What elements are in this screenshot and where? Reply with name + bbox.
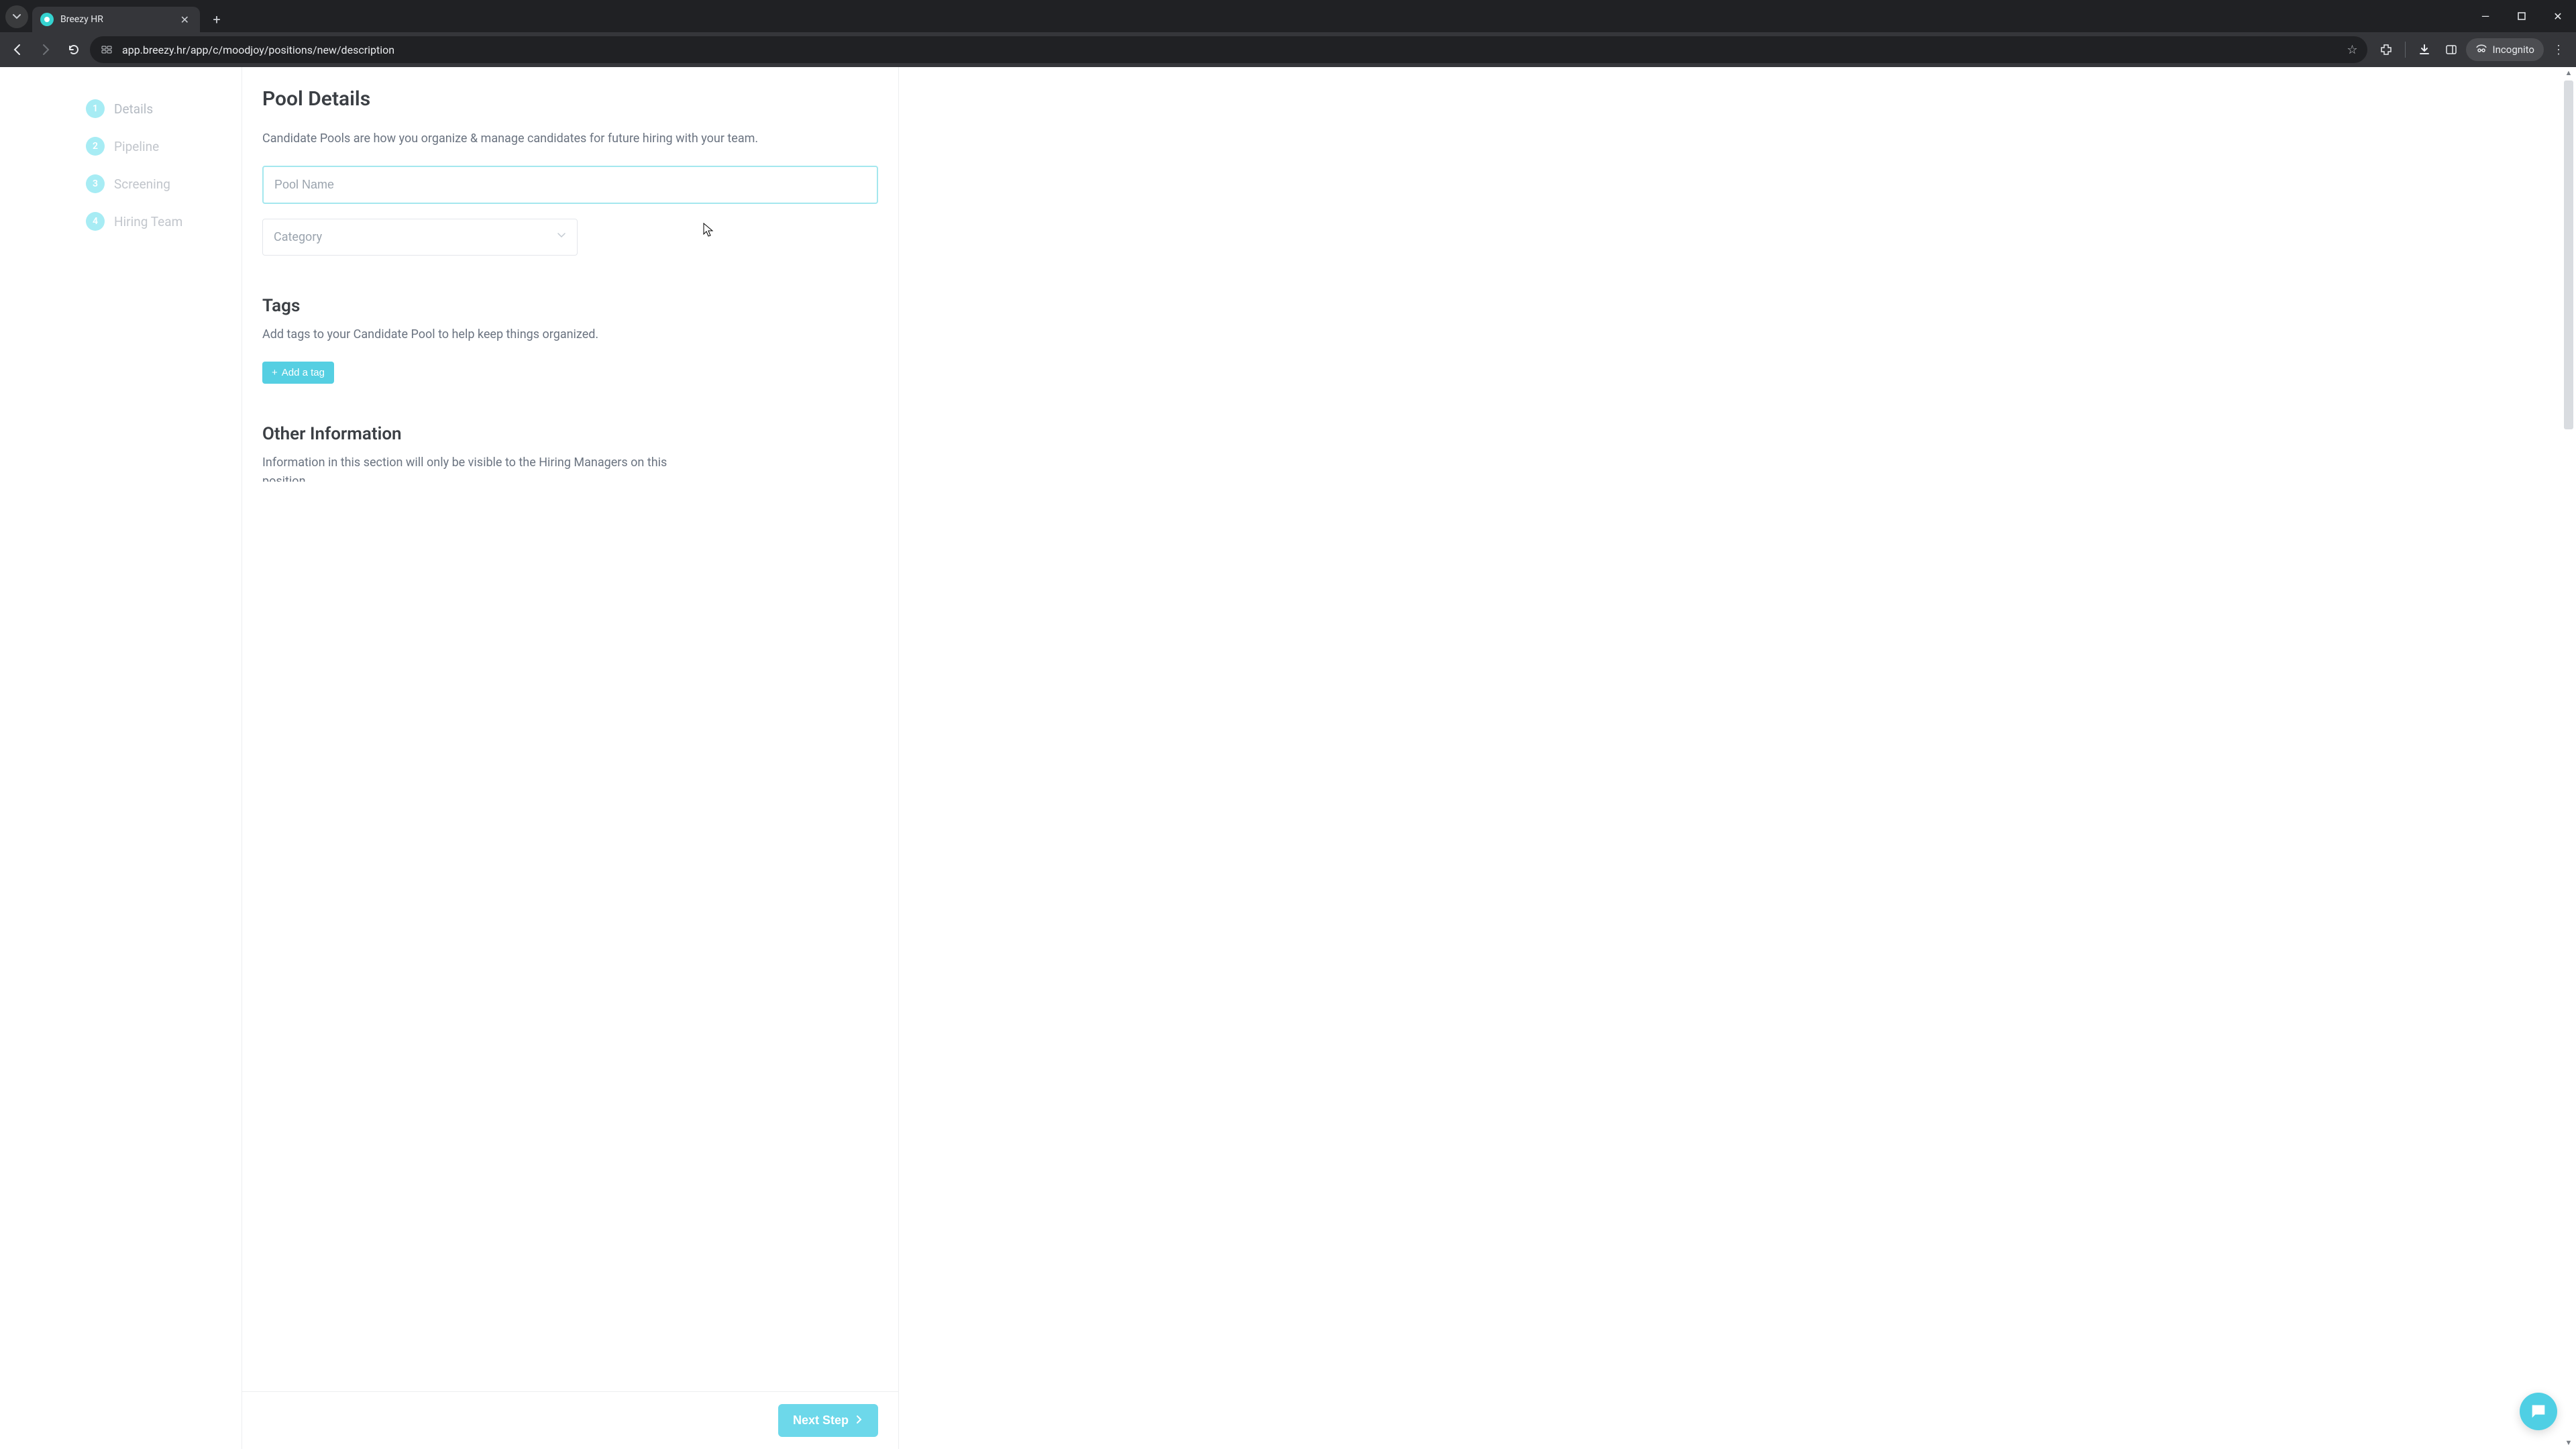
tab-favicon [40,13,54,26]
step-badge: 4 [86,212,105,231]
pool-details-desc: Candidate Pools are how you organize & m… [262,129,812,148]
browser-tab[interactable]: Breezy HR ✕ [32,7,200,32]
chevron-right-icon [855,1415,863,1427]
step-label: Screening [114,176,170,192]
add-tag-label: Add a tag [282,367,325,378]
toolbar-right-icons: Incognito ⋮ [2371,38,2571,62]
window-minimize-button[interactable]: ― [2467,0,2504,32]
nav-back-button[interactable] [5,38,30,62]
category-placeholder: Category [274,230,322,244]
browser-chrome: Breezy HR ✕ + ― ✕ app.breezy.hr/app/c/mo… [0,0,2576,67]
window-controls: ― ✕ [2467,0,2576,32]
pool-details-title: Pool Details [262,87,878,111]
other-info-desc-line2-clipped: position [262,472,878,482]
nav-forward-button[interactable] [34,38,58,62]
step-label: Pipeline [114,139,159,154]
tab-close-icon[interactable]: ✕ [178,12,192,28]
incognito-label: Incognito [2493,44,2534,56]
bookmark-star-icon[interactable]: ☆ [2347,43,2357,57]
incognito-indicator[interactable]: Incognito [2466,38,2544,61]
other-info-desc-line1: Information in this section will only be… [262,453,698,472]
wizard-sidebar: 1 Details 2 Pipeline 3 Screening 4 Hirin… [80,67,241,1449]
url-text: app.breezy.hr/app/c/moodjoy/positions/ne… [122,44,2339,56]
chat-icon [2529,1402,2548,1421]
main-column: Pool Details Candidate Pools are how you… [241,67,899,1449]
tab-title: Breezy HR [60,14,171,25]
browser-menu-icon[interactable]: ⋮ [2546,38,2571,62]
tags-title: Tags [262,296,878,316]
incognito-icon [2475,42,2487,57]
toolbar-separator [2405,42,2406,58]
scroll-down-arrow[interactable]: ▼ [2564,1438,2573,1448]
form-scroll-area: Pool Details Candidate Pools are how you… [242,87,898,1391]
page-scrollbar[interactable]: ▲ ▼ [2563,67,2575,1449]
step-badge: 3 [86,174,105,193]
tab-search-button[interactable] [5,5,28,28]
site-info-icon[interactable] [99,42,114,57]
chat-fab-button[interactable] [2520,1393,2557,1430]
left-gutter [0,67,80,1449]
step-label: Details [114,101,153,117]
wizard-footer: Next Step [242,1391,898,1449]
sidepanel-icon[interactable] [2439,38,2463,62]
step-badge: 1 [86,99,105,118]
window-maximize-button[interactable] [2504,0,2540,32]
tags-desc: Add tags to your Candidate Pool to help … [262,325,812,344]
category-select[interactable]: Category [262,219,578,256]
add-tag-button[interactable]: + Add a tag [262,362,334,384]
next-step-label: Next Step [793,1413,849,1428]
other-info-title: Other Information [262,424,878,444]
scroll-thumb[interactable] [2564,80,2573,429]
next-step-button[interactable]: Next Step [778,1404,878,1437]
wizard-step-details[interactable]: 1 Details [80,90,241,127]
wizard-step-pipeline[interactable]: 2 Pipeline [80,127,241,165]
browser-toolbar: app.breezy.hr/app/c/moodjoy/positions/ne… [0,32,2576,67]
tab-strip: Breezy HR ✕ + ― ✕ [0,0,2576,32]
plus-icon: + [272,367,278,378]
new-tab-button[interactable]: + [207,9,227,30]
wizard-step-hiring-team[interactable]: 4 Hiring Team [80,203,241,240]
nav-reload-button[interactable] [62,38,86,62]
page-viewport: 1 Details 2 Pipeline 3 Screening 4 Hirin… [0,67,2576,1449]
scroll-up-arrow[interactable]: ▲ [2564,68,2573,78]
downloads-icon[interactable] [2412,38,2436,62]
step-label: Hiring Team [114,214,182,229]
window-close-button[interactable]: ✕ [2540,0,2576,32]
step-badge: 2 [86,137,105,156]
address-bar[interactable]: app.breezy.hr/app/c/moodjoy/positions/ne… [90,36,2367,63]
wizard-step-screening[interactable]: 3 Screening [80,165,241,203]
chevron-down-icon [557,231,566,243]
pool-name-input[interactable] [262,166,878,204]
extensions-icon[interactable] [2374,38,2398,62]
